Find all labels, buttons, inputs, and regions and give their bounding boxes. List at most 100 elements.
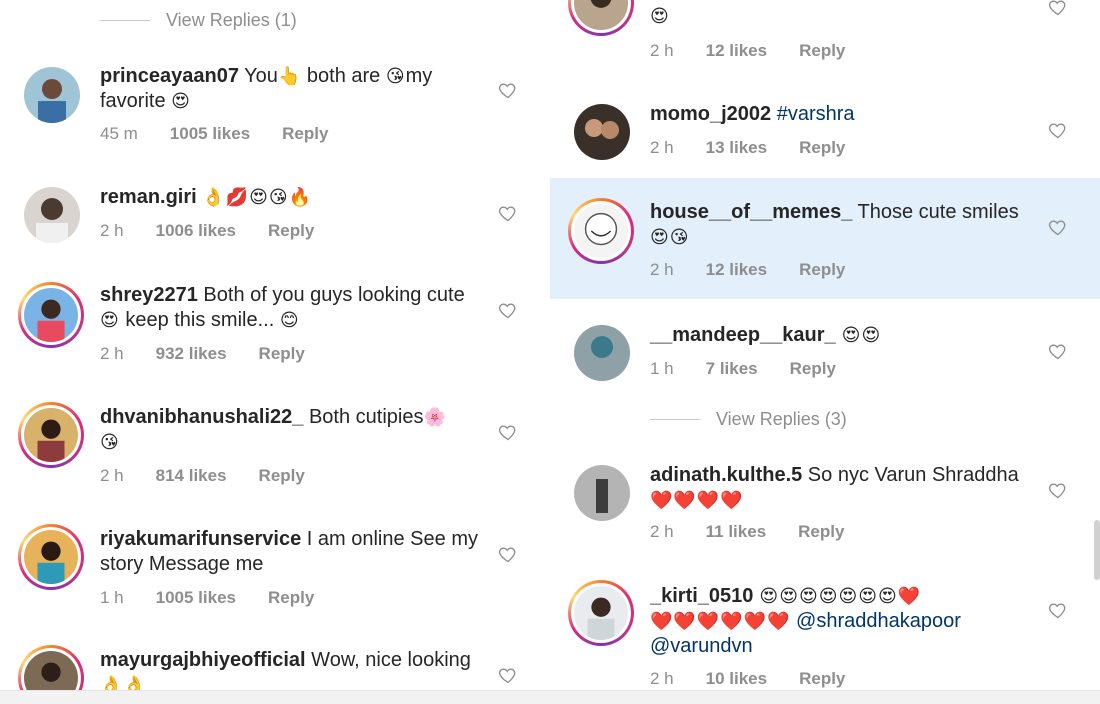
comment-body: Wow, nice looking — [305, 649, 471, 671]
story-ring[interactable] — [568, 198, 634, 264]
hashtag-link[interactable]: #varshra — [771, 103, 855, 125]
avatar — [574, 586, 628, 640]
comment-meta: 2 h 12 likes Reply — [650, 41, 877, 61]
comment-text: house__of__memes_ Those cute smiles 😍😘 — [650, 200, 1040, 250]
comment-time: 2 h — [650, 138, 674, 157]
reply-button[interactable]: Reply — [799, 138, 845, 158]
story-ring[interactable] — [568, 0, 634, 36]
comment-username[interactable]: _kirti_0510 — [650, 585, 753, 607]
likes-count[interactable]: 1005 likes — [156, 588, 236, 608]
reply-button[interactable]: Reply — [799, 669, 845, 689]
reply-button[interactable]: Reply — [268, 588, 314, 608]
likes-count[interactable]: 13 likes — [706, 138, 767, 158]
heart-icon[interactable] — [1048, 480, 1068, 500]
comment-username[interactable]: shrey2271 — [100, 284, 198, 306]
heart-icon[interactable] — [1048, 600, 1068, 620]
comment-body: both are — [301, 65, 386, 87]
comment-text: _kirti_0510 😍😍😍😍😍😍😍❤️ ❤️❤️❤️❤️❤️❤️ @shrad… — [650, 584, 1050, 659]
reply-button[interactable]: Reply — [790, 359, 836, 379]
comment-username[interactable]: princeayaan07 — [100, 65, 239, 87]
reply-button[interactable]: Reply — [259, 344, 305, 364]
story-ring[interactable] — [18, 402, 84, 468]
heart-icon[interactable] — [498, 203, 518, 223]
avatar[interactable] — [24, 187, 80, 243]
emoji: 😍😍😍😍😍😍😍❤️ — [753, 586, 922, 606]
avatar[interactable] — [574, 104, 630, 160]
heart-icon[interactable] — [498, 422, 518, 442]
emoji: 👆 — [277, 66, 302, 86]
reply-button[interactable]: Reply — [259, 466, 305, 486]
mention-link[interactable]: @shraddhakapoor — [790, 610, 961, 632]
comment-username[interactable]: mayurgajbhiyeofficial — [100, 649, 306, 671]
reply-button[interactable]: Reply — [799, 41, 845, 61]
likes-count[interactable]: 932 likes — [156, 344, 227, 364]
emoji: 😍 — [100, 310, 120, 330]
comment-time: 2 h — [100, 221, 124, 240]
comment-text: shrey2271 Both of you guys looking cute 😍… — [100, 283, 480, 333]
likes-count[interactable]: 1005 likes — [170, 124, 250, 144]
story-ring[interactable] — [18, 282, 84, 348]
comment-username[interactable]: momo_j2002 — [650, 103, 771, 125]
heart-icon[interactable] — [1048, 120, 1068, 140]
comment-meta: 45 m 1005 likes Reply — [100, 124, 360, 144]
comment-text: adinath.kulthe.5 So nyc Varun Shraddha ❤️… — [650, 463, 1050, 513]
emoji: 👌👌 — [100, 675, 147, 690]
likes-count[interactable]: 10 likes — [706, 669, 767, 689]
heart-icon[interactable] — [498, 544, 518, 564]
heart-icon[interactable] — [1048, 341, 1068, 361]
comment-meta: 2 h 13 likes Reply — [650, 138, 877, 158]
heart-icon[interactable] — [498, 665, 518, 685]
view-replies-button[interactable]: View Replies (3) — [650, 409, 847, 430]
mention-link[interactable]: @varundvn — [650, 635, 753, 657]
emoji: ❤️❤️❤️❤️❤️❤️ — [650, 611, 791, 631]
likes-count[interactable]: 12 likes — [706, 41, 767, 61]
comment-meta: 1 h 7 likes Reply — [650, 359, 868, 379]
comment-username[interactable]: riyakumarifunservice — [100, 528, 301, 550]
reply-button[interactable]: Reply — [798, 522, 844, 542]
story-ring[interactable] — [18, 524, 84, 590]
comment-username[interactable]: reman.giri — [100, 186, 197, 208]
comment-item: __mandeep__kaur_ 😍😍 1 h 7 likes Reply — [550, 318, 1100, 398]
reply-button[interactable]: Reply — [282, 124, 328, 144]
likes-count[interactable]: 12 likes — [706, 260, 767, 280]
avatar — [24, 530, 78, 584]
comment-item: dhvanibhanushali22_ Both cutipies🌸 😘 2 h … — [0, 402, 550, 502]
comment-item: riyakumarifunservice I am online See my … — [0, 524, 550, 624]
story-ring[interactable] — [18, 645, 84, 690]
likes-count[interactable]: 7 likes — [706, 359, 758, 379]
comment-meta: 2 h 12 likes Reply — [650, 260, 877, 280]
emoji: 😍😍 — [835, 325, 882, 345]
likes-count[interactable]: 1006 likes — [156, 221, 236, 241]
comment-body: Both cutipies — [303, 406, 424, 428]
reply-button[interactable]: Reply — [268, 221, 314, 241]
comment-item: _kirti_0510 😍😍😍😍😍😍😍❤️ ❤️❤️❤️❤️❤️❤️ @shrad… — [550, 580, 1100, 690]
comment-body: You — [238, 65, 278, 87]
story-ring[interactable] — [568, 580, 634, 646]
avatar — [24, 288, 78, 342]
comment-username[interactable]: __mandeep__kaur_ — [650, 324, 836, 346]
emoji: 😍 — [171, 91, 191, 111]
avatar — [574, 204, 628, 258]
avatar[interactable] — [574, 325, 630, 381]
comment-username[interactable]: house__of__memes_ — [650, 201, 852, 223]
heart-icon[interactable] — [498, 80, 518, 100]
comment-meta: 2 h 10 likes Reply — [650, 669, 877, 689]
comment-username[interactable]: adinath.kulthe.5 — [650, 464, 802, 486]
likes-count[interactable]: 11 likes — [706, 522, 767, 542]
avatar[interactable] — [574, 465, 630, 521]
comment-body: Both of you guys looking cute — [197, 284, 465, 306]
view-replies-button[interactable]: View Replies (1) — [100, 10, 297, 31]
comment-item: shrey2271 Both of you guys looking cute 😍… — [0, 280, 550, 380]
scrollbar[interactable] — [1094, 520, 1100, 580]
heart-icon[interactable] — [498, 300, 518, 320]
reply-button[interactable]: Reply — [799, 260, 845, 280]
heart-icon[interactable] — [1048, 217, 1068, 237]
comment-item-highlighted: house__of__memes_ Those cute smiles 😍😘 2 … — [550, 178, 1100, 299]
comment-username[interactable]: dhvanibhanushali22_ — [100, 406, 303, 428]
avatar[interactable] — [24, 67, 80, 123]
likes-count[interactable]: 814 likes — [156, 466, 227, 486]
view-replies-label: View Replies (1) — [166, 10, 297, 30]
heart-icon[interactable] — [1048, 0, 1068, 17]
emoji: 😍 — [650, 6, 670, 26]
comment-text: mayurgajbhiyeofficial Wow, nice looking 👌… — [100, 648, 480, 690]
